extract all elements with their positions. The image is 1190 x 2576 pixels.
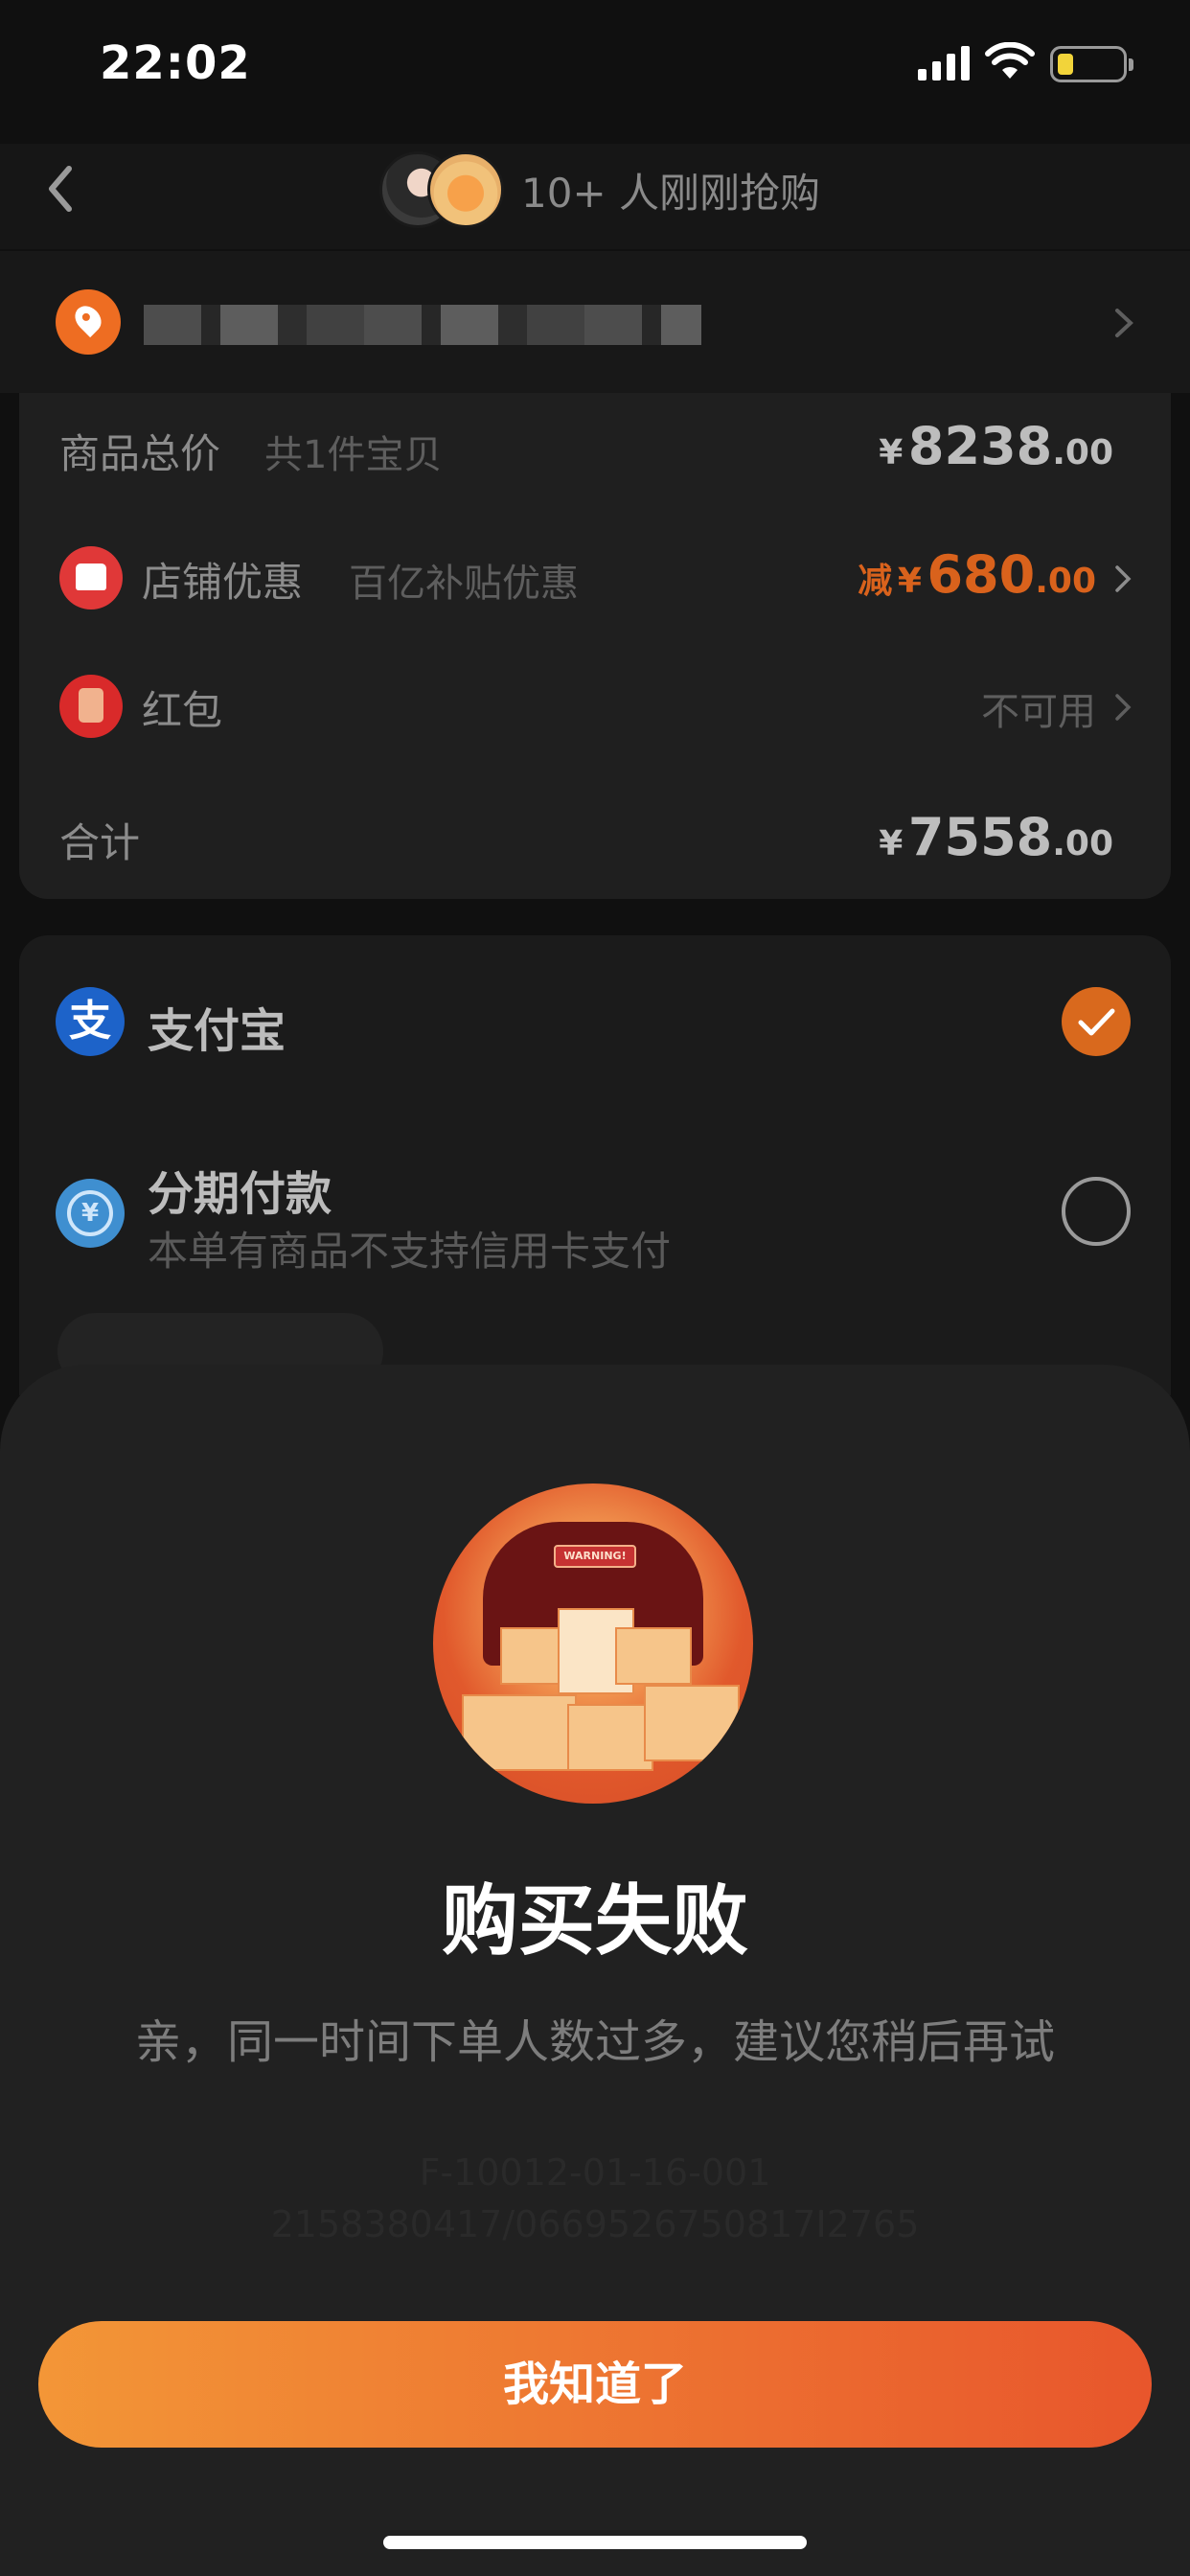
- status-time: 22:02: [100, 36, 251, 90]
- red-packet-label: 红包: [142, 687, 223, 734]
- error-codes: F-10012-01-16-001 2158380417/06695267508…: [270, 2151, 920, 2245]
- total-sub: 共1件宝贝: [264, 433, 443, 477]
- installment-note: 本单有商品不支持信用卡支付: [148, 1228, 672, 1275]
- total-price: ¥ 8238.00: [879, 416, 1113, 476]
- shop-discount-label: 店铺优惠: [142, 559, 304, 606]
- alipay-label[interactable]: 支付宝: [148, 993, 286, 1060]
- installment-radio[interactable]: [1062, 1177, 1131, 1246]
- battery-icon: [1050, 46, 1133, 82]
- buyer-avatars: [379, 151, 506, 230]
- modal-message: 亲，同一时间下单人数过多，建议您稍后再试: [134, 2015, 1055, 2069]
- installment-icon: ¥: [56, 1179, 125, 1248]
- sum-price: ¥ 7558.00: [879, 807, 1113, 867]
- page-title: 10+ 人刚刚抢购: [521, 170, 820, 217]
- wifi-icon: [985, 42, 1035, 79]
- warning-truck-illustration: WARNING!: [433, 1484, 753, 1804]
- redacted-address: [144, 305, 701, 345]
- installment-label[interactable]: 分期付款: [148, 1156, 332, 1223]
- home-indicator: [383, 2536, 807, 2549]
- chevron-left-icon[interactable]: [36, 155, 84, 222]
- shop-discount-value[interactable]: 减 ¥ 680.00: [858, 544, 1096, 605]
- acknowledge-button[interactable]: 我知道了: [38, 2321, 1152, 2448]
- avatar: [427, 151, 504, 228]
- location-pin-icon: [56, 289, 121, 355]
- check-icon[interactable]: [1062, 987, 1131, 1056]
- red-packet-icon: [59, 675, 123, 738]
- chevron-right-icon: [1115, 565, 1132, 592]
- shop-icon: [59, 546, 123, 610]
- shop-discount-sub: 百亿补贴优惠: [349, 562, 579, 606]
- alipay-icon: 支: [56, 987, 125, 1056]
- red-packet-value[interactable]: 不可用: [981, 680, 1096, 736]
- modal-title: 购买失败: [442, 1876, 748, 1966]
- chevron-right-icon: [1115, 694, 1132, 721]
- total-label: 商品总价: [59, 430, 221, 477]
- cellular-signal-icon: [918, 46, 970, 80]
- chevron-right-icon: [1115, 309, 1133, 337]
- sum-label: 合计: [59, 819, 141, 866]
